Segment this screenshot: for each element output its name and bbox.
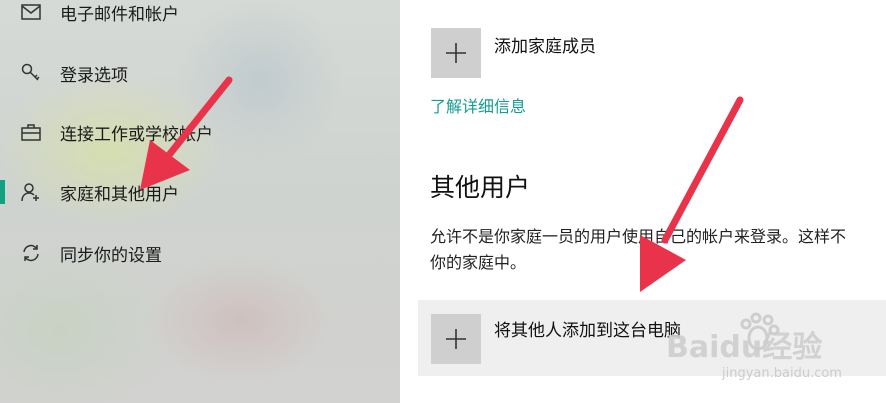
sidebar-item-label: 登录选项: [60, 65, 128, 86]
baidu-watermark: Baidu经验 jingyan.baidu.com: [658, 300, 878, 390]
sidebar-item-work-school[interactable]: 连接工作或学校帐户: [0, 112, 400, 152]
sidebar-item-label: 电子邮件和帐户: [60, 4, 179, 25]
sync-icon: [20, 242, 42, 264]
sidebar-item-family-other-users[interactable]: 家庭和其他用户: [0, 172, 400, 212]
person-add-icon: [20, 181, 42, 203]
briefcase-icon: [20, 121, 42, 143]
plus-icon: [446, 329, 466, 349]
watermark-url: jingyan.baidu.com: [722, 366, 842, 381]
add-other-user-label: 将其他人添加到这台电脑: [494, 321, 681, 341]
add-family-member-button[interactable]: [431, 28, 481, 78]
sidebar-item-label: 连接工作或学校帐户: [60, 124, 213, 145]
settings-sidebar: 电子邮件和帐户 登录选项 连接工作或学校帐户 家庭和其他用户 同步你的设置: [0, 0, 400, 403]
add-other-user-button[interactable]: [431, 314, 481, 364]
sidebar-item-label: 家庭和其他用户: [60, 184, 179, 205]
sidebar-item-sign-in-options[interactable]: 登录选项: [0, 53, 400, 93]
sidebar-item-label: 同步你的设置: [60, 245, 162, 266]
watermark-brand: Baidu经验: [666, 330, 823, 365]
plus-icon: [446, 43, 466, 63]
key-icon: [20, 62, 42, 84]
mail-icon: [20, 1, 42, 23]
sidebar-item-email-accounts[interactable]: 电子邮件和帐户: [0, 0, 400, 32]
learn-more-link[interactable]: 了解详细信息: [430, 93, 526, 117]
description-line-2: 你的家庭中。: [430, 253, 527, 272]
sidebar-item-sync-settings[interactable]: 同步你的设置: [0, 233, 400, 273]
description-line-1: 允许不是你家庭一员的用户使用自己的帐户来登录。这样不: [430, 227, 847, 246]
other-users-description: 允许不是你家庭一员的用户使用自己的帐户来登录。这样不 你的家庭中。: [430, 224, 886, 276]
selection-indicator: [0, 180, 5, 204]
other-users-title: 其他用户: [430, 173, 531, 202]
add-family-member-label: 添加家庭成员: [494, 37, 596, 57]
